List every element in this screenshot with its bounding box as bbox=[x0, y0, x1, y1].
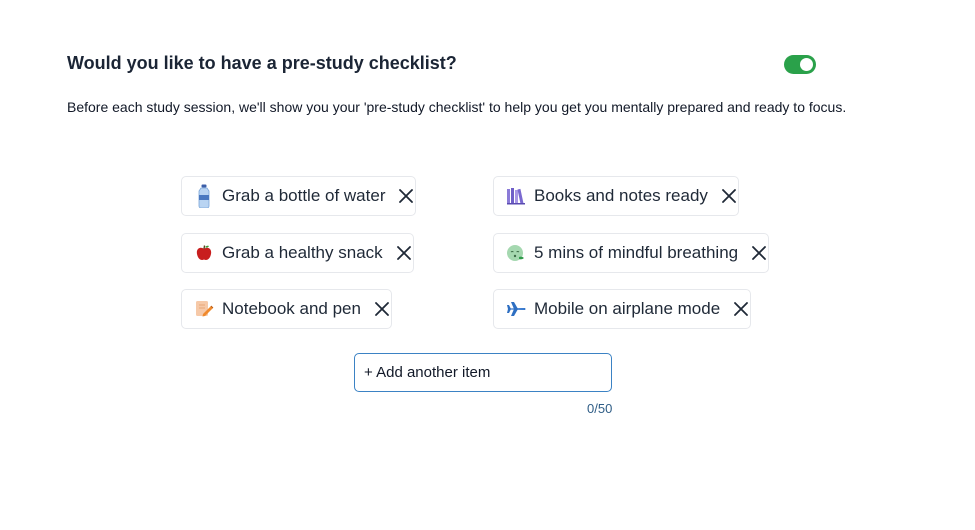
remove-item-button[interactable] bbox=[750, 244, 768, 262]
checklist-item: Mobile on airplane mode bbox=[493, 289, 752, 329]
remove-item-button[interactable] bbox=[397, 187, 415, 205]
checklist-description: Before each study session, we'll show yo… bbox=[67, 99, 847, 115]
checklist-item-label: Books and notes ready bbox=[534, 186, 708, 205]
breathing-face-icon bbox=[505, 242, 527, 264]
toggle-knob bbox=[800, 58, 813, 71]
water-bottle-icon bbox=[193, 184, 215, 208]
page-title: Would you like to have a pre-study check… bbox=[67, 53, 457, 73]
checklist-item-label: Grab a healthy snack bbox=[222, 243, 383, 262]
character-counter: 0/50 bbox=[587, 401, 613, 416]
checklist-item-label: Notebook and pen bbox=[222, 299, 361, 318]
checklist-item: Grab a healthy snack bbox=[181, 233, 414, 273]
add-item-input[interactable] bbox=[354, 353, 612, 392]
remove-item-button[interactable] bbox=[720, 187, 738, 205]
books-icon bbox=[505, 185, 527, 207]
remove-item-button[interactable] bbox=[395, 244, 413, 262]
checklist-item: Notebook and pen bbox=[181, 289, 392, 329]
remove-item-button[interactable] bbox=[373, 300, 391, 318]
checklist-item: Grab a bottle of water bbox=[181, 176, 417, 216]
remove-item-button[interactable] bbox=[732, 300, 750, 318]
checklist-item: Books and notes ready bbox=[493, 176, 739, 216]
checklist-item-label: 5 mins of mindful breathing bbox=[534, 243, 739, 262]
notebook-pen-icon bbox=[193, 298, 215, 320]
checklist-item-label: Grab a bottle of water bbox=[222, 186, 386, 205]
checklist-item: 5 mins of mindful breathing bbox=[493, 233, 770, 273]
checklist-item-label: Mobile on airplane mode bbox=[534, 299, 721, 318]
checklist-toggle[interactable] bbox=[784, 55, 816, 74]
apple-icon bbox=[193, 242, 215, 264]
airplane-icon bbox=[505, 298, 527, 320]
